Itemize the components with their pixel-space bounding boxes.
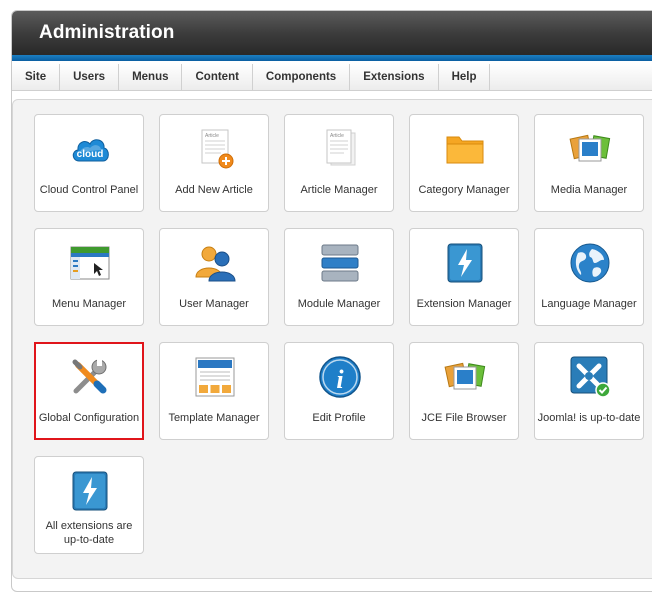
menu-help[interactable]: Help bbox=[439, 64, 491, 90]
tile-article-manager[interactable]: Article Article Manager bbox=[284, 114, 394, 212]
folder-icon bbox=[443, 127, 487, 171]
joomla-icon bbox=[568, 355, 612, 399]
tile-label: All extensions are up-to-date bbox=[45, 520, 133, 546]
menu-components[interactable]: Components bbox=[253, 64, 351, 90]
svg-text:i: i bbox=[336, 365, 344, 394]
tile-label: Language Manager bbox=[541, 298, 637, 310]
tile-media-manager[interactable]: Media Manager bbox=[534, 114, 644, 212]
tile-module-manager[interactable]: Module Manager bbox=[284, 228, 394, 326]
menu-extensions[interactable]: Extensions bbox=[350, 64, 439, 90]
tile-label: Article Manager bbox=[300, 184, 378, 196]
tile-global-configuration[interactable]: Global Configuration bbox=[34, 342, 144, 440]
tile-label: JCE File Browser bbox=[421, 412, 507, 424]
template-icon bbox=[193, 355, 237, 399]
control-panel: cloud Cloud Control Panel Article Add Ne… bbox=[12, 99, 652, 579]
globe-icon bbox=[568, 241, 612, 285]
info-icon: i bbox=[318, 355, 362, 399]
tools-icon bbox=[68, 355, 112, 399]
tile-label: Add New Article bbox=[175, 184, 253, 196]
tile-label: Joomla! is up-to-date bbox=[537, 412, 641, 424]
tile-add-new-article[interactable]: Article Add New Article bbox=[159, 114, 269, 212]
file-browser-icon bbox=[443, 355, 487, 399]
menu-users[interactable]: Users bbox=[60, 64, 120, 90]
tile-label: Menu Manager bbox=[52, 298, 126, 310]
svg-text:Article: Article bbox=[330, 133, 344, 139]
tile-label: Module Manager bbox=[297, 298, 381, 310]
tile-label: Cloud Control Panel bbox=[39, 184, 139, 196]
tile-user-manager[interactable]: User Manager bbox=[159, 228, 269, 326]
menu-manager-icon bbox=[68, 241, 112, 285]
tile-label: User Manager bbox=[179, 298, 249, 310]
tile-jce-file-browser[interactable]: JCE File Browser bbox=[409, 342, 519, 440]
tile-joomla-up-to-date[interactable]: Joomla! is up-to-date bbox=[534, 342, 644, 440]
module-icon bbox=[318, 241, 362, 285]
tile-label: Category Manager bbox=[418, 184, 510, 196]
users-icon bbox=[193, 241, 237, 285]
header-stripe bbox=[12, 55, 652, 61]
tile-menu-manager[interactable]: Menu Manager bbox=[34, 228, 144, 326]
svg-text:Article: Article bbox=[205, 133, 219, 139]
tile-label: Media Manager bbox=[550, 184, 628, 196]
tile-label: Global Configuration bbox=[38, 412, 140, 424]
tile-language-manager[interactable]: Language Manager bbox=[534, 228, 644, 326]
tile-cloud-control-panel[interactable]: cloud Cloud Control Panel bbox=[34, 114, 144, 212]
svg-text:cloud: cloud bbox=[77, 149, 104, 160]
add-article-icon: Article bbox=[193, 127, 237, 171]
cloud-icon: cloud bbox=[68, 127, 112, 171]
main-menu: Site Users Menus Content Components Exte… bbox=[12, 64, 652, 91]
menu-site[interactable]: Site bbox=[12, 64, 61, 90]
tile-all-extensions-up-to-date[interactable]: All extensions are up-to-date bbox=[34, 456, 144, 554]
header-bar: Administration bbox=[12, 11, 652, 61]
media-icon bbox=[568, 127, 612, 171]
tile-category-manager[interactable]: Category Manager bbox=[409, 114, 519, 212]
tile-edit-profile[interactable]: i Edit Profile bbox=[284, 342, 394, 440]
tile-label: Extension Manager bbox=[416, 298, 512, 310]
tile-label: Edit Profile bbox=[312, 412, 366, 424]
article-manager-icon: Article bbox=[318, 127, 362, 171]
menu-menus[interactable]: Menus bbox=[119, 64, 183, 90]
tile-template-manager[interactable]: Template Manager bbox=[159, 342, 269, 440]
menu-content[interactable]: Content bbox=[182, 64, 253, 90]
page-title: Administration bbox=[39, 22, 175, 43]
extension-update-icon bbox=[68, 469, 112, 513]
extension-icon bbox=[443, 241, 487, 285]
admin-window: Administration Site Users Menus Content … bbox=[11, 10, 652, 592]
tile-extension-manager[interactable]: Extension Manager bbox=[409, 228, 519, 326]
tile-label: Template Manager bbox=[168, 412, 260, 424]
